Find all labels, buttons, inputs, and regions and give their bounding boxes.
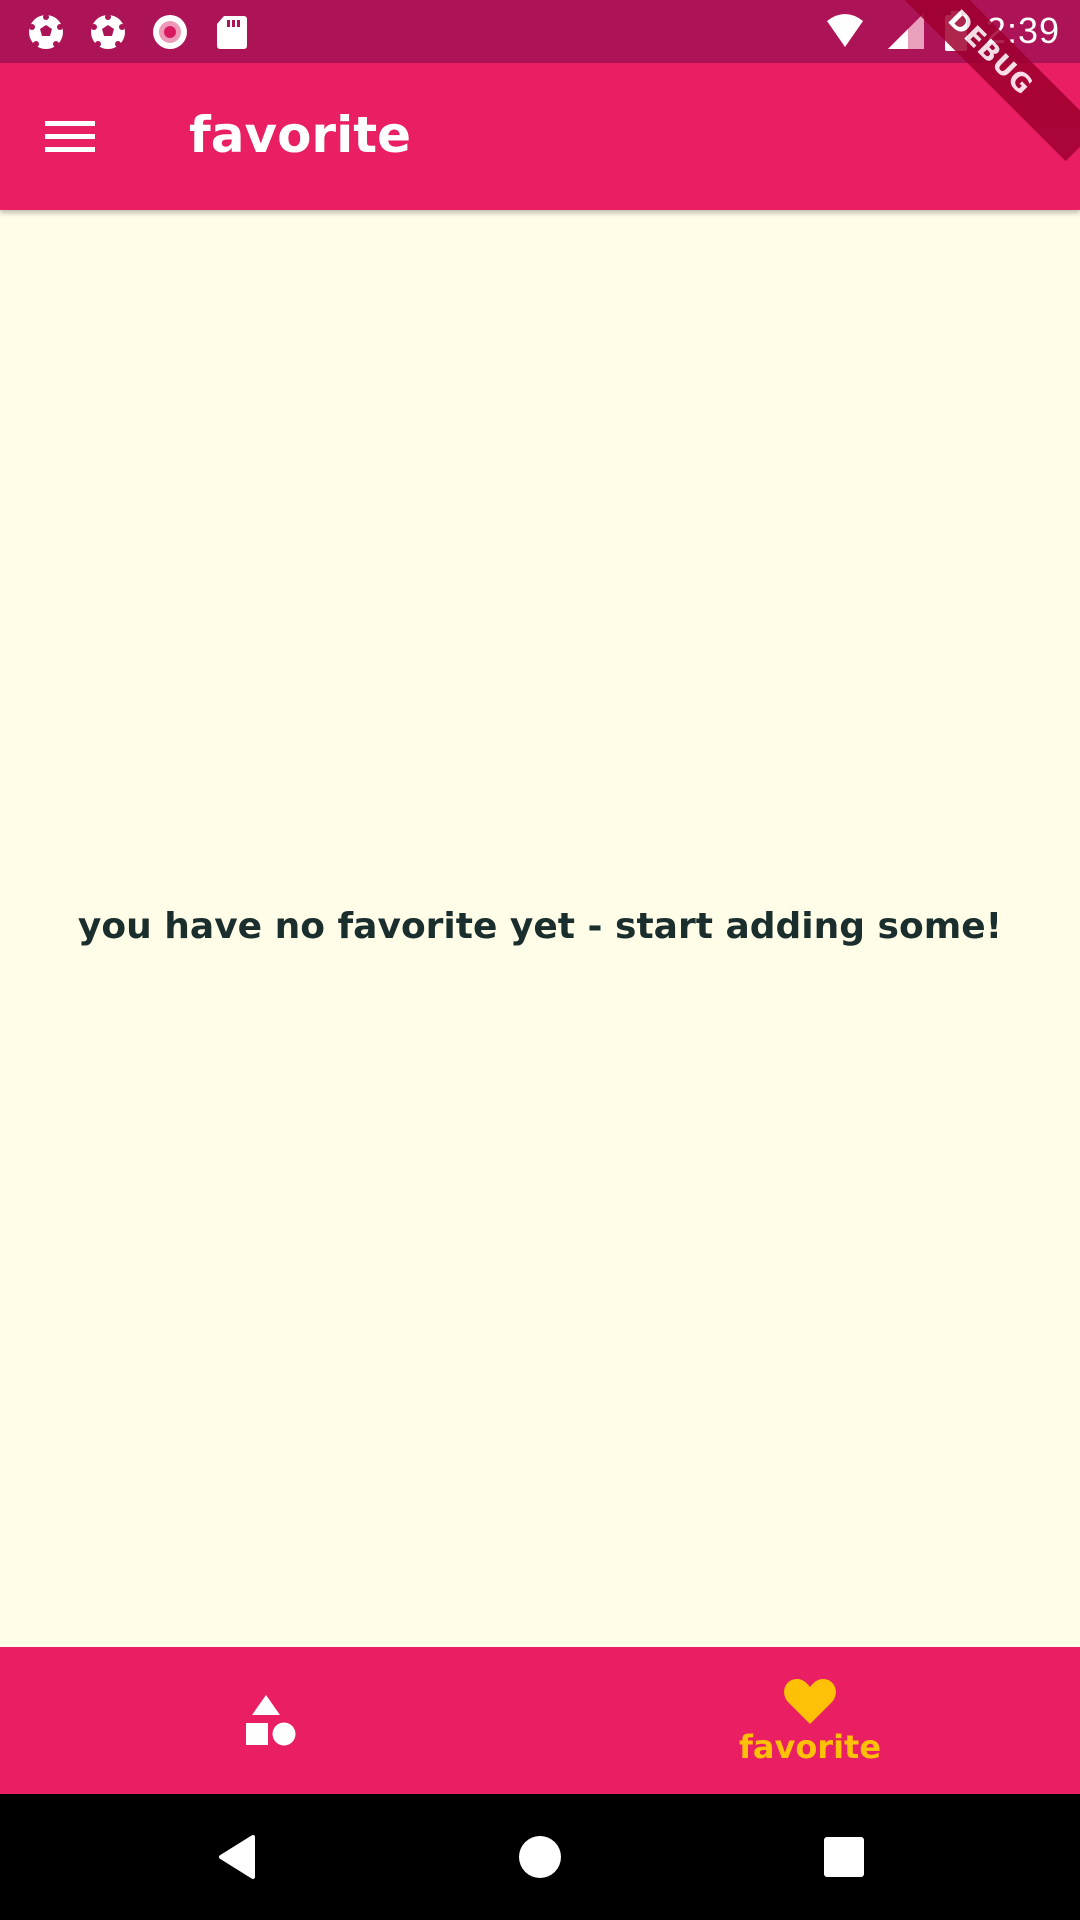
record-icon — [153, 15, 187, 49]
nav-item-categories[interactable] — [0, 1647, 540, 1794]
signal-icon — [887, 13, 924, 49]
home-icon — [519, 1836, 561, 1878]
nav-item-label: favorite — [738, 1727, 882, 1766]
app-bar: favorite — [0, 63, 1080, 210]
menu-button[interactable] — [34, 101, 106, 173]
system-navigation-bar — [0, 1794, 1080, 1920]
home-button[interactable] — [510, 1827, 570, 1887]
heart-icon — [784, 1678, 836, 1724]
recents-button[interactable] — [814, 1827, 874, 1887]
hamburger-menu-icon — [45, 121, 95, 152]
page-title: favorite — [189, 106, 412, 164]
sd-card-icon — [217, 16, 247, 49]
nav-item-favorite[interactable]: favorite — [540, 1647, 1080, 1794]
back-button[interactable] — [206, 1827, 266, 1887]
wifi-icon — [826, 14, 863, 47]
soccer-ball-icon — [91, 14, 125, 49]
bottom-navigation: favorite — [0, 1647, 1080, 1794]
category-shapes-icon — [246, 1694, 296, 1745]
recents-icon — [824, 1837, 864, 1877]
main-content: you have no favorite yet - start adding … — [0, 210, 1080, 1647]
soccer-ball-icon — [29, 14, 63, 49]
back-icon — [219, 1835, 255, 1879]
empty-state-message: you have no favorite yet - start adding … — [77, 906, 1003, 947]
status-bar-notifications — [26, 10, 252, 54]
